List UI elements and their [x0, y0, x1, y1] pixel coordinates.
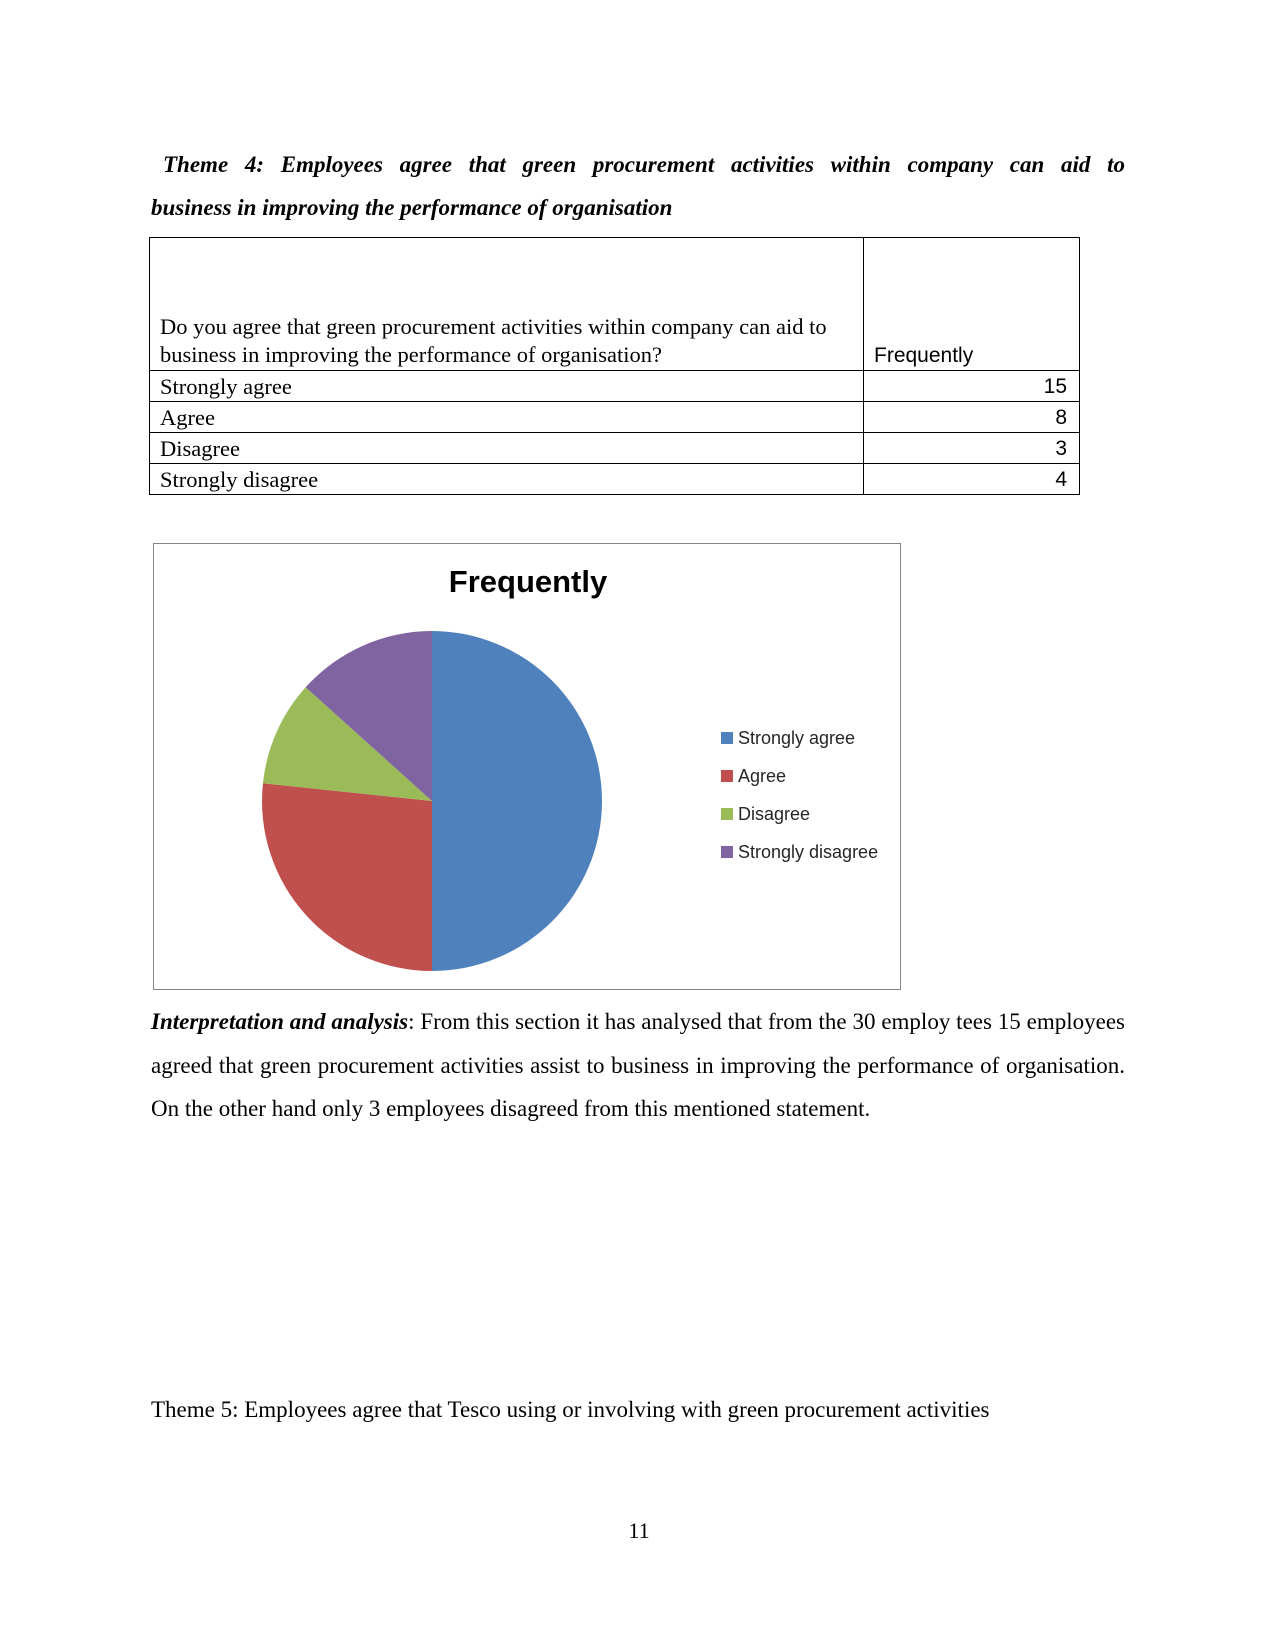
pie-slices [262, 631, 602, 971]
table-row: Strongly disagree 4 [149, 463, 1080, 495]
page-number: 11 [628, 1518, 650, 1543]
pie-slice-agree [262, 783, 432, 971]
legend-label: Strongly disagree [738, 842, 878, 862]
chart-title: Frequently [449, 564, 608, 599]
theme-5-heading: Theme 5: Employees agree that Tesco usin… [151, 1397, 990, 1422]
interpretation-paragraph: Interpretation and analysis: From this s… [151, 1000, 1125, 1131]
pie-slice-strongly-agree [432, 631, 602, 971]
table-header-row: Do you agree that green procurement acti… [149, 237, 1080, 371]
row-value: 4 [863, 463, 1080, 495]
legend-swatch [721, 732, 733, 744]
row-label: Agree [149, 401, 864, 433]
theme-4-heading: Theme 4: Employees agree that green proc… [151, 143, 1125, 229]
theme-4-heading-line-1: Theme 4: Employees agree that green proc… [163, 152, 1125, 177]
table-row: Agree 8 [149, 401, 1080, 433]
theme-4-heading-line-2: business in improving the performance of… [151, 195, 673, 220]
legend-swatch [721, 846, 733, 858]
row-label: Strongly agree [149, 370, 864, 402]
pie-chart-frame: Frequently Strongly agree Agree Disagree St… [153, 543, 901, 990]
chart-legend: Strongly agree Agree Disagree Strongly disa… [721, 728, 878, 862]
row-label: Strongly disagree [149, 463, 864, 495]
legend-label: Disagree [738, 804, 810, 824]
legend-label: Strongly agree [738, 728, 855, 748]
frequency-table: Do you agree that green procurement acti… [149, 237, 1080, 495]
interpretation-lead: Interpretation and analysis [151, 1009, 409, 1034]
question-header-cell: Do you agree that green procurement acti… [149, 237, 864, 371]
legend-label: Agree [738, 766, 786, 786]
row-label: Disagree [149, 432, 864, 464]
legend-swatch [721, 808, 733, 820]
table-row: Strongly agree 15 [149, 370, 1080, 402]
row-value: 8 [863, 401, 1080, 433]
row-value: 15 [863, 370, 1080, 402]
row-value: 3 [863, 432, 1080, 464]
frequency-header-cell: Frequently [863, 237, 1080, 371]
legend-swatch [721, 770, 733, 782]
pie-chart: Frequently Strongly agreeAgreeDisagreeSt… [262, 564, 878, 971]
table-row: Disagree 3 [149, 432, 1080, 464]
